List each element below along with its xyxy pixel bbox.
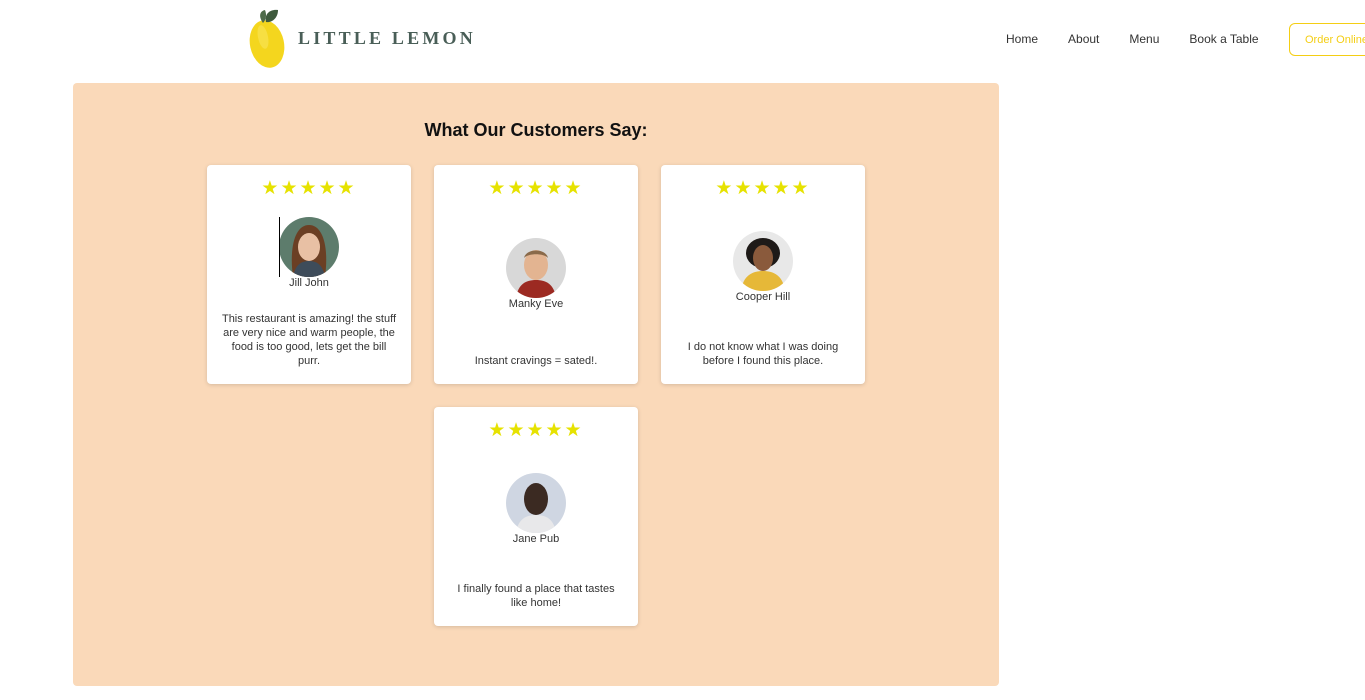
star-rating: ★★★★★ — [488, 178, 584, 199]
customer-photo-icon — [506, 238, 566, 298]
customer-name: Jill John — [289, 277, 329, 289]
avatar — [506, 473, 566, 533]
customer-name: Cooper Hill — [735, 291, 791, 303]
star-rating: ★★★★★ — [488, 420, 584, 441]
section-title: What Our Customers Say: — [424, 120, 648, 140]
customer-quote: I do not know what I was doing before I … — [687, 341, 839, 367]
testimonials-section: What Our Customers Say: ★★★★★ Jill John … — [73, 83, 999, 686]
testimonial-card: ★★★★★ Jill John This restaurant is amazi… — [207, 165, 411, 384]
nav-link-about[interactable]: About — [1068, 32, 1099, 46]
site-header: LITTLE LEMON Home About Menu Book a Tabl… — [0, 0, 1365, 80]
customer-name: Jane Pub — [512, 533, 560, 545]
customer-quote: This restaurant is amazing! the stuff ar… — [221, 313, 397, 367]
main-nav: Home About Menu Book a Table — [990, 22, 1289, 56]
avatar — [506, 238, 566, 298]
customer-quote: I finally found a place that tastes like… — [457, 583, 615, 609]
nav-link-home[interactable]: Home — [1006, 32, 1038, 46]
nav-link-menu[interactable]: Menu — [1129, 32, 1159, 46]
logo[interactable]: LITTLE LEMON — [248, 6, 476, 70]
avatar — [733, 231, 793, 291]
star-rating: ★★★★★ — [261, 178, 357, 199]
testimonial-card: ★★★★★ Cooper Hill I do not know what I w… — [661, 165, 865, 384]
text-cursor — [279, 217, 280, 277]
testimonial-card: ★★★★★ Jane Pub I finally found a place t… — [434, 407, 638, 626]
customer-photo-icon — [279, 217, 339, 277]
customer-quote: Instant cravings = sated!. — [474, 355, 598, 367]
customer-photo-icon — [506, 473, 566, 533]
customer-photo-icon — [733, 231, 793, 291]
nav-link-book-a-table[interactable]: Book a Table — [1189, 32, 1258, 46]
star-rating: ★★★★★ — [715, 178, 811, 199]
logo-text: LITTLE LEMON — [298, 27, 476, 48]
lemon-logo-icon — [249, 9, 285, 68]
testimonial-card: ★★★★★ Manky Eve Instant cravings = sated… — [434, 165, 638, 384]
customer-name: Manky Eve — [508, 298, 564, 310]
order-online-button[interactable]: Order Online — [1289, 23, 1365, 56]
avatar — [279, 217, 339, 277]
